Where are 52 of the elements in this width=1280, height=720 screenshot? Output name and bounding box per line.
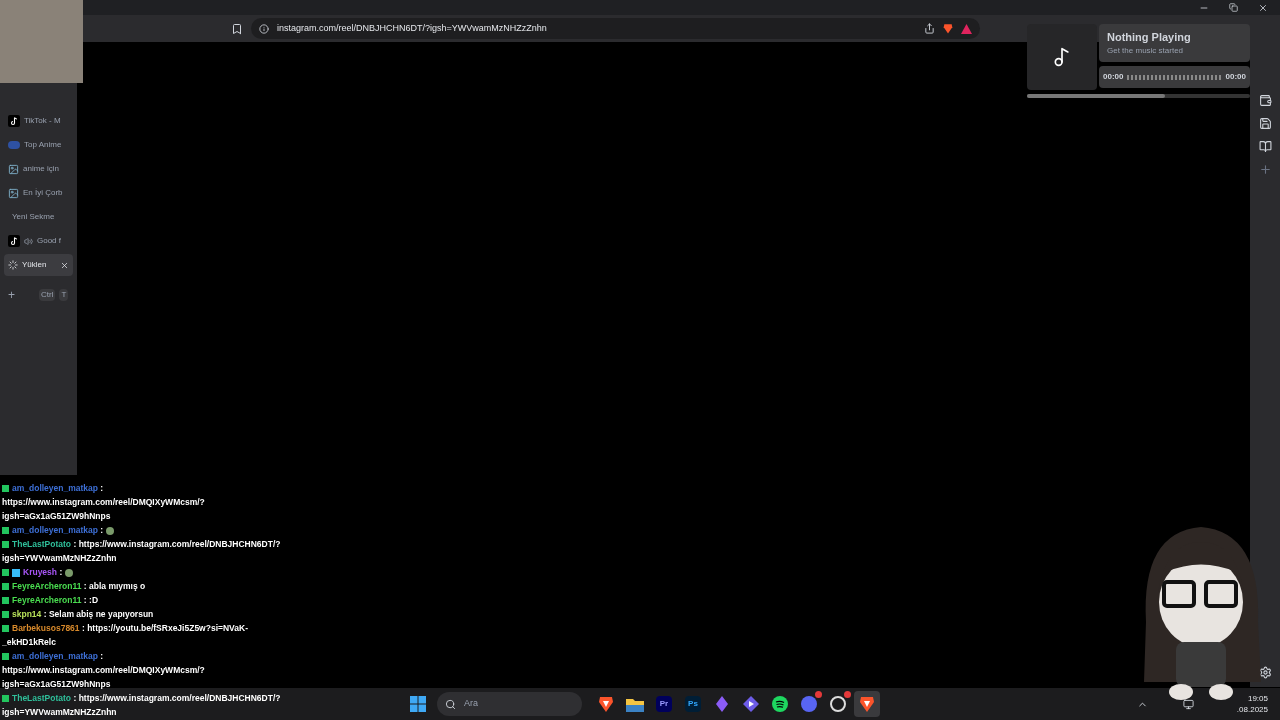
premiere-icon: Pr (656, 696, 672, 712)
tab-title: Yüklen (22, 259, 47, 271)
chat-message-text: igsh=YWVwamMzNHZzZnhn (2, 706, 117, 719)
track-title: Nothing Playing (1107, 29, 1192, 45)
chat-separator: : (73, 693, 77, 703)
duration-time: 00:00 (1225, 71, 1246, 83)
chat-message-text: :D (89, 595, 99, 605)
clock-time: 19:05 (1247, 693, 1268, 704)
chat-username: am_dolleyen_matkap (12, 651, 98, 661)
chat-separator: : (73, 539, 77, 549)
shortcut-key: Ctrl (39, 289, 56, 301)
chat-separator: : (100, 483, 104, 493)
chat-message-text: abla mıymış o (89, 581, 146, 591)
tab-title: anime için (23, 163, 59, 175)
chat-message-text: https://www.instagram.com/reel/DMQIXyWMcsm/? (2, 664, 205, 677)
track-subtitle: Get the music started (1107, 45, 1185, 58)
chat-username: skpn14 (12, 609, 42, 619)
chat-separator: : (100, 651, 104, 661)
chat-username: FeyreArcheron11 (12, 581, 82, 591)
chat-message-text: _ekHD1kRelc (2, 636, 56, 649)
clock-date: .08.2025 (1236, 704, 1268, 715)
chat-username: am_dolleyen_matkap (12, 525, 98, 535)
chat-message-text: https://www.instagram.com/reel/DMQIXyWMcsm/? (2, 496, 205, 509)
chat-username: Barbekusos7861 (12, 623, 80, 633)
photoshop-icon: Ps (685, 696, 701, 712)
tab-title: TikTok - M (24, 115, 61, 127)
elapsed-time: 00:00 (1103, 71, 1124, 83)
chat-message-text: https://youtu.be/fSRxeJi5Z5w?si=NVaK- (87, 623, 248, 633)
chat-separator: : (81, 623, 85, 633)
tab-title: Top Anime (24, 139, 62, 151)
shortcut-key: T (59, 289, 69, 301)
chat-separator: : (43, 609, 47, 619)
chat-separator: : (59, 567, 63, 577)
chat-message-text: https://www.instagram.com/reel/DNBJHCHN6DT/? (78, 693, 281, 703)
tab-title: En İyi Çorb (23, 187, 63, 199)
chat-username: TheLastPotato (12, 693, 72, 703)
chat-separator: : (100, 525, 104, 535)
tab-title: Good f (37, 235, 61, 247)
chat-message-text: https://www.instagram.com/reel/DNBJHCHN6DT/? (78, 539, 281, 549)
chat-username: am_dolleyen_matkap (12, 483, 98, 493)
chat-message-text: Selam abiş ne yapıyorsun (48, 609, 154, 619)
url-text: instagram.com/reel/DNBJHCHN6DT/?igsh=YWVwamMzNHZzZnhn (277, 21, 548, 35)
chat-username: Kruyesh (23, 567, 57, 577)
tab-title: Yeni Sekme (11, 211, 55, 223)
chat-username: TheLastPotato (12, 539, 72, 549)
chat-message-text: igsh=aGx1aG51ZW9hNnps (2, 678, 111, 691)
search-placeholder: Ara (464, 697, 478, 711)
chat-message-text: igsh=aGx1aG51ZW9hNnps (2, 510, 111, 523)
chat-separator: : (83, 595, 87, 605)
chat-username: FeyreArcheron11 (12, 595, 82, 605)
chat-message-text: igsh=YWVwamMzNHZzZnhn (2, 552, 117, 565)
chat-separator: : (83, 581, 87, 591)
